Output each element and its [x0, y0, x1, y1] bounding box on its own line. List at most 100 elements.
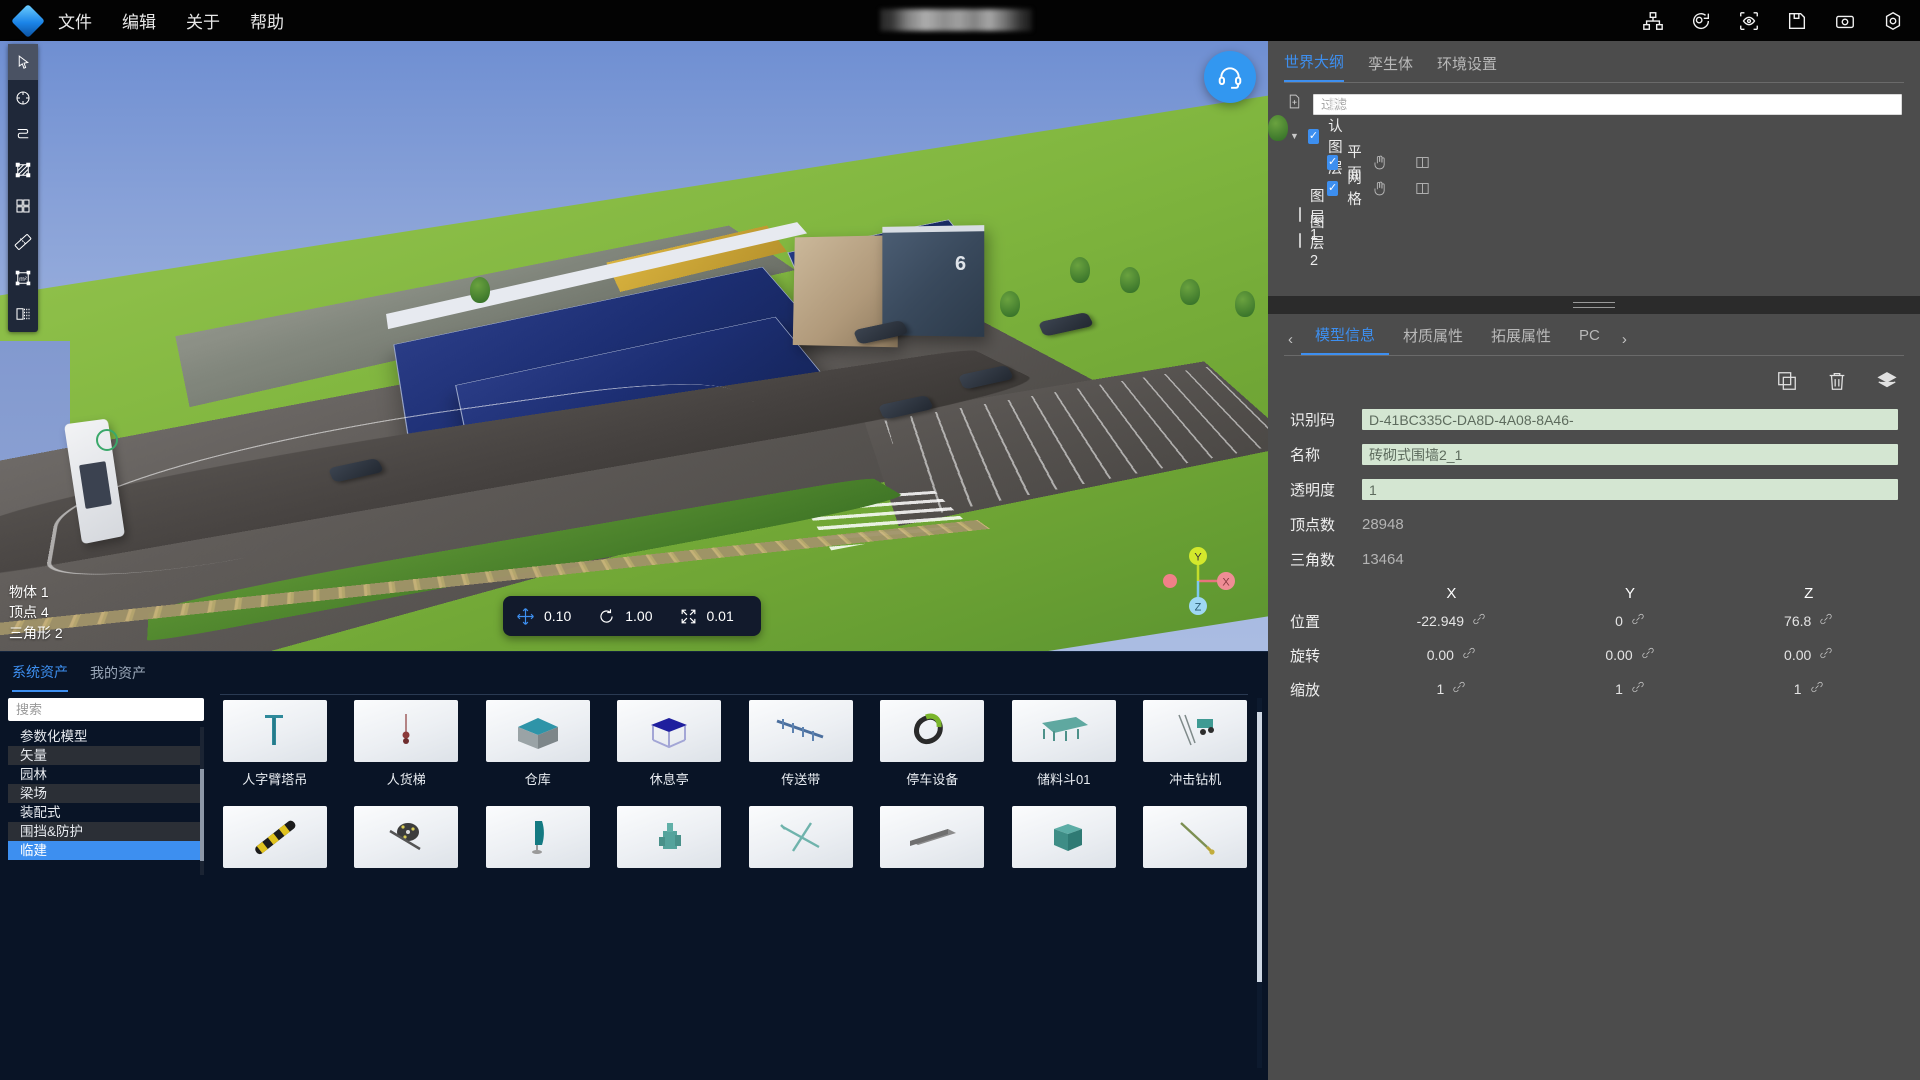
- asset-category-item[interactable]: 园林: [8, 765, 204, 784]
- link-axis-icon[interactable]: [1810, 680, 1824, 699]
- link-axis-icon[interactable]: [1631, 680, 1645, 694]
- asset-tab-1[interactable]: 我的资产: [90, 663, 146, 691]
- asset-grid-scrollbar[interactable]: [1257, 698, 1262, 1068]
- outliner-tree-row[interactable]: 图层1: [1268, 189, 1325, 243]
- asset-category-item[interactable]: 梁场: [8, 784, 204, 803]
- rotation-row-z[interactable]: 0.00: [1719, 646, 1898, 665]
- asset-item[interactable]: [1141, 806, 1251, 875]
- outliner-tab-1[interactable]: 孪生体: [1368, 53, 1413, 82]
- outliner-tab-0[interactable]: 世界大纲: [1284, 51, 1345, 82]
- select-arrow-tool[interactable]: [8, 44, 38, 80]
- category-scrollbar[interactable]: [200, 727, 204, 875]
- outliner-filter-input[interactable]: [1313, 93, 1902, 115]
- opacity-field[interactable]: [1362, 479, 1898, 500]
- asset-item[interactable]: [615, 806, 725, 875]
- ruler-measure-tool[interactable]: [8, 224, 38, 260]
- asset-category-item[interactable]: 围挡&防护: [8, 822, 204, 841]
- link-axis-icon[interactable]: [1819, 646, 1833, 660]
- asset-category-item[interactable]: 参数化模型: [8, 727, 204, 746]
- area-measure-tool[interactable]: m²: [8, 260, 38, 296]
- property-tab-2[interactable]: 拓展属性: [1477, 325, 1565, 354]
- split-view-icon[interactable]: [1414, 180, 1431, 197]
- save-icon[interactable]: [1784, 8, 1810, 34]
- position-row-z[interactable]: 76.8: [1719, 612, 1898, 631]
- move-step-control[interactable]: 0.10: [503, 607, 584, 626]
- link-axis-icon[interactable]: [1810, 680, 1824, 694]
- curve-tool[interactable]: [8, 116, 38, 152]
- identifier-field[interactable]: [1362, 409, 1898, 430]
- property-tab-3[interactable]: PC: [1565, 327, 1614, 352]
- duplicate-icon[interactable]: [1776, 370, 1798, 392]
- add-file-icon[interactable]: [1286, 93, 1303, 115]
- menu-about[interactable]: 关于: [184, 5, 222, 36]
- asset-item[interactable]: 休息亭: [615, 700, 725, 788]
- grid-tool[interactable]: [8, 188, 38, 224]
- asset-item[interactable]: [220, 806, 330, 875]
- position-row-y[interactable]: 0: [1541, 612, 1720, 631]
- pick-hand-icon[interactable]: [1371, 154, 1388, 171]
- asset-item[interactable]: [483, 806, 593, 875]
- support-help-button[interactable]: [1204, 51, 1256, 103]
- delete-trash-icon[interactable]: [1826, 370, 1848, 392]
- outliner-tree-row[interactable]: 图层2: [1268, 215, 1325, 269]
- section-tool[interactable]: [8, 296, 38, 332]
- scale-row-x[interactable]: 1: [1362, 680, 1541, 699]
- prop-tabs-next-button[interactable]: ›: [1614, 331, 1635, 348]
- link-axis-icon[interactable]: [1641, 646, 1655, 660]
- link-axis-icon[interactable]: [1452, 680, 1466, 694]
- link-axis-icon[interactable]: [1641, 646, 1655, 665]
- property-tab-1[interactable]: 材质属性: [1389, 325, 1477, 354]
- link-axis-icon[interactable]: [1462, 646, 1476, 665]
- expand-caret-icon[interactable]: ▼: [1290, 131, 1299, 141]
- asset-item[interactable]: 仓库: [483, 700, 593, 788]
- panel-resize-handle[interactable]: [1268, 296, 1920, 314]
- link-axis-icon[interactable]: [1452, 680, 1466, 699]
- menu-help[interactable]: 帮助: [248, 5, 286, 36]
- menu-edit[interactable]: 编辑: [120, 5, 158, 36]
- asset-category-item[interactable]: 矢量: [8, 746, 204, 765]
- split-view-icon[interactable]: [1414, 154, 1431, 171]
- layer-visibility-checkbox[interactable]: [1299, 206, 1301, 222]
- circle-tool[interactable]: [8, 80, 38, 116]
- link-axis-icon[interactable]: [1631, 612, 1645, 626]
- scale-row-z[interactable]: 1: [1719, 680, 1898, 699]
- link-axis-icon[interactable]: [1631, 612, 1645, 631]
- name-field[interactable]: [1362, 444, 1898, 465]
- asset-item[interactable]: [352, 806, 462, 875]
- asset-item[interactable]: 人字臂塔吊: [220, 700, 330, 788]
- position-row-x[interactable]: -22.949: [1362, 612, 1541, 631]
- asset-item[interactable]: 停车设备: [878, 700, 988, 788]
- outliner-tree-row[interactable]: ▼默认图层: [1268, 98, 1343, 177]
- rotation-row-x[interactable]: 0.00: [1362, 646, 1541, 665]
- layer-visibility-checkbox[interactable]: [1327, 154, 1339, 170]
- prop-tabs-prev-button[interactable]: ‹: [1280, 331, 1301, 348]
- outliner-tab-2[interactable]: 环境设置: [1437, 53, 1497, 82]
- link-axis-icon[interactable]: [1819, 612, 1833, 626]
- camera-icon[interactable]: [1832, 8, 1858, 34]
- axis-gizmo[interactable]: Y X Z: [1160, 541, 1240, 621]
- link-axis-icon[interactable]: [1631, 680, 1645, 699]
- property-tab-0[interactable]: 模型信息: [1301, 324, 1390, 355]
- rotate-step-control[interactable]: 1.00: [584, 607, 665, 626]
- link-axis-icon[interactable]: [1472, 612, 1486, 631]
- asset-item[interactable]: 冲击钻机: [1141, 700, 1251, 788]
- settings-gear-icon[interactable]: [1880, 8, 1906, 34]
- 3d-viewport[interactable]: 6 物体 1 顶点 4 三角形 2 Y X Z 0.10 1.00 0.01: [0, 41, 1268, 651]
- asset-search-input[interactable]: [8, 698, 204, 721]
- outliner-tree-row[interactable]: 平面: [1268, 145, 1429, 182]
- asset-item[interactable]: 人货梯: [352, 700, 462, 788]
- layer-visibility-checkbox[interactable]: [1299, 232, 1301, 248]
- rotate-view-icon[interactable]: [1688, 8, 1714, 34]
- pick-hand-icon[interactable]: [1371, 180, 1388, 197]
- link-axis-icon[interactable]: [1819, 612, 1833, 631]
- scale-step-control[interactable]: 0.01: [666, 607, 747, 626]
- area-fill-tool[interactable]: [8, 152, 38, 188]
- layer-visibility-checkbox[interactable]: [1327, 180, 1339, 196]
- asset-item[interactable]: 传送带: [746, 700, 856, 788]
- asset-item[interactable]: 储料斗01: [1009, 700, 1119, 788]
- layers-icon[interactable]: [1876, 370, 1898, 392]
- link-axis-icon[interactable]: [1462, 646, 1476, 660]
- asset-item[interactable]: [746, 806, 856, 875]
- link-axis-icon[interactable]: [1472, 612, 1486, 626]
- rotation-row-y[interactable]: 0.00: [1541, 646, 1720, 665]
